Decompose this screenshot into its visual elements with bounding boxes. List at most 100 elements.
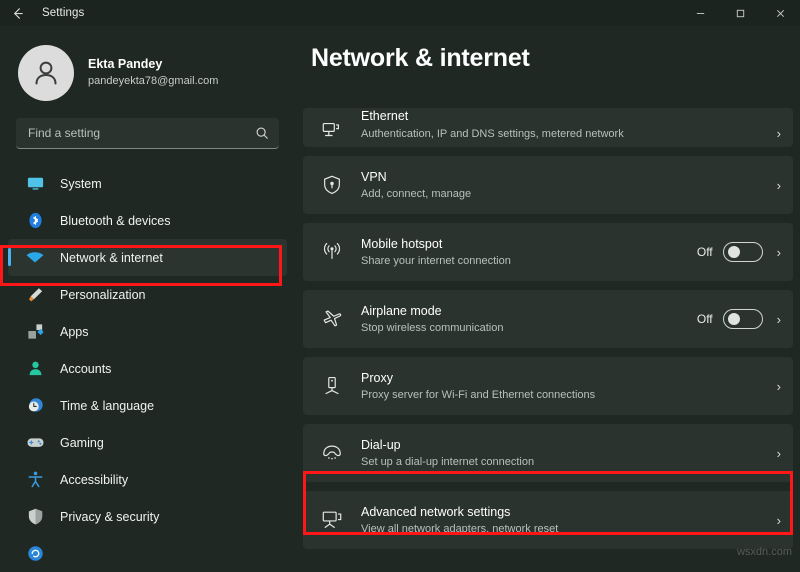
settings-row-text: Ethernet Authentication, IP and DNS sett…: [361, 108, 777, 141]
sidebar-item-bluetooth-devices[interactable]: Bluetooth & devices: [0, 202, 295, 239]
toggle-knob: [727, 246, 740, 258]
sidebar-item-label: Privacy & security: [60, 509, 160, 524]
account-email: pandeyekta78@gmail.com: [88, 74, 219, 87]
settings-row-subtitle: View all network adapters, network reset: [361, 522, 559, 535]
sidebar-item-label: Personalization: [60, 287, 146, 302]
settings-row-ethernet[interactable]: Ethernet Authentication, IP and DNS sett…: [303, 108, 793, 147]
paintbrush-icon: [24, 284, 46, 306]
search-input[interactable]: Find a setting: [16, 118, 279, 149]
sidebar-item-system[interactable]: System: [0, 165, 295, 202]
window-controls: [680, 0, 800, 26]
bluetooth-icon: [24, 210, 46, 232]
settings-row-subtitle: Add, connect, manage: [361, 187, 472, 200]
sidebar-item-label: Gaming: [60, 435, 104, 450]
sidebar: Ekta Pandey pandeyekta78@gmail.com Find …: [0, 26, 295, 561]
maximize-button[interactable]: [720, 0, 760, 26]
mobile-hotspot-toggle[interactable]: [722, 242, 763, 262]
settings-row-subtitle: Proxy server for Wi-Fi and Ethernet conn…: [361, 388, 596, 401]
close-button[interactable]: [760, 0, 800, 26]
clock-globe-icon: [24, 395, 46, 417]
windows-update-icon: [24, 543, 46, 565]
search-icon: [255, 126, 269, 140]
watermark: wsxdn.com: [736, 546, 792, 558]
settings-row-title: Proxy: [361, 370, 393, 385]
airplane-mode-toggle[interactable]: [722, 309, 763, 329]
monitor-icon: [24, 173, 46, 195]
chevron-right-icon: ›: [776, 126, 781, 141]
settings-row-text: Mobile hotspot Share your internet conne…: [361, 236, 697, 269]
settings-row-airplane-mode[interactable]: Airplane mode Stop wireless communicatio…: [303, 290, 793, 348]
settings-row-vpn[interactable]: VPN Add, connect, manage ›: [303, 156, 793, 214]
sidebar-item-privacy-security[interactable]: Privacy & security: [0, 498, 295, 535]
settings-row-advanced-network-settings[interactable]: Advanced network settings View all netwo…: [303, 491, 793, 549]
settings-row-dial-up[interactable]: Dial-up Set up a dial-up internet connec…: [303, 424, 793, 482]
sidebar-item-label: Accounts: [60, 361, 112, 376]
accessibility-icon: [24, 469, 46, 491]
mobile-hotspot-toggle-group: Off: [697, 242, 763, 262]
sidebar-item-label: Bluetooth & devices: [60, 213, 171, 228]
sidebar-item-accounts[interactable]: Accounts: [0, 350, 295, 387]
settings-row-subtitle: Set up a dial-up internet connection: [361, 455, 535, 468]
search-container: Find a setting: [0, 100, 295, 149]
toggle-knob: [727, 313, 740, 325]
settings-row-text: Dial-up Set up a dial-up internet connec…: [361, 437, 777, 470]
settings-row-proxy[interactable]: Proxy Proxy server for Wi-Fi and Etherne…: [303, 357, 793, 415]
sidebar-item-network-internet[interactable]: Network & internet: [8, 239, 287, 276]
ethernet-icon: [319, 119, 345, 141]
main-content: Network & internet Ethernet Authenticati…: [295, 26, 800, 561]
minimize-button[interactable]: [680, 0, 720, 26]
airplane-icon: [319, 308, 345, 330]
account-icon: [24, 358, 46, 380]
dialup-phone-icon: [319, 442, 345, 464]
settings-list: Ethernet Authentication, IP and DNS sett…: [303, 108, 793, 561]
account-text: Ekta Pandey pandeyekta78@gmail.com: [88, 57, 218, 88]
advanced-network-icon: [319, 509, 345, 531]
sidebar-item-windows-update[interactable]: [0, 535, 295, 572]
settings-row-text: Airplane mode Stop wireless communicatio…: [361, 303, 697, 336]
sidebar-item-accessibility[interactable]: Accessibility: [0, 461, 295, 498]
chevron-right-icon: ›: [776, 177, 781, 193]
sidebar-item-apps[interactable]: Apps: [0, 313, 295, 350]
shield-icon: [24, 506, 46, 528]
settings-row-title: Airplane mode: [361, 303, 442, 318]
title-bar: Settings: [0, 0, 800, 26]
settings-row-title: Ethernet: [361, 109, 409, 124]
vpn-shield-icon: [319, 174, 345, 196]
proxy-server-icon: [319, 375, 345, 397]
sidebar-item-label: Accessibility: [60, 472, 129, 487]
chevron-right-icon: ›: [776, 244, 781, 260]
account-summary[interactable]: Ekta Pandey pandeyekta78@gmail.com: [0, 38, 295, 101]
sidebar-item-label: System: [60, 176, 102, 191]
avatar: [18, 45, 74, 101]
chevron-right-icon: ›: [776, 378, 781, 394]
settings-row-title: VPN: [361, 169, 387, 184]
settings-row-mobile-hotspot[interactable]: Mobile hotspot Share your internet conne…: [303, 223, 793, 281]
chevron-right-icon: ›: [776, 512, 781, 528]
sidebar-item-label: Network & internet: [60, 250, 163, 265]
hotspot-icon: [319, 241, 345, 263]
settings-row-title: Advanced network settings: [361, 504, 511, 519]
sidebar-item-label: Apps: [60, 324, 89, 339]
sidebar-item-gaming[interactable]: Gaming: [0, 424, 295, 461]
app-title: Settings: [42, 7, 85, 19]
toggle-state-label: Off: [696, 245, 713, 259]
airplane-mode-toggle-group: Off: [697, 309, 763, 329]
page-title: Network & internet: [311, 44, 530, 72]
sidebar-nav: System Bluetooth & devices Network & int…: [0, 165, 295, 572]
toggle-state-label: Off: [696, 312, 713, 326]
settings-row-text: VPN Add, connect, manage: [361, 169, 777, 202]
settings-row-subtitle: Stop wireless communication: [361, 321, 504, 334]
settings-row-subtitle: Authentication, IP and DNS settings, met…: [361, 127, 624, 140]
settings-row-title: Dial-up: [361, 437, 401, 452]
sidebar-item-personalization[interactable]: Personalization: [0, 276, 295, 313]
back-button[interactable]: [0, 0, 34, 26]
settings-row-text: Proxy Proxy server for Wi-Fi and Etherne…: [361, 370, 777, 403]
gamepad-icon: [24, 432, 46, 454]
sidebar-item-time-language[interactable]: Time & language: [0, 387, 295, 424]
account-name: Ekta Pandey: [88, 57, 163, 72]
sidebar-item-label: Time & language: [60, 398, 155, 413]
settings-row-subtitle: Share your internet connection: [361, 254, 511, 267]
chevron-right-icon: ›: [776, 311, 781, 327]
app-body: Ekta Pandey pandeyekta78@gmail.com Find …: [0, 26, 800, 561]
search-placeholder: Find a setting: [28, 126, 101, 140]
